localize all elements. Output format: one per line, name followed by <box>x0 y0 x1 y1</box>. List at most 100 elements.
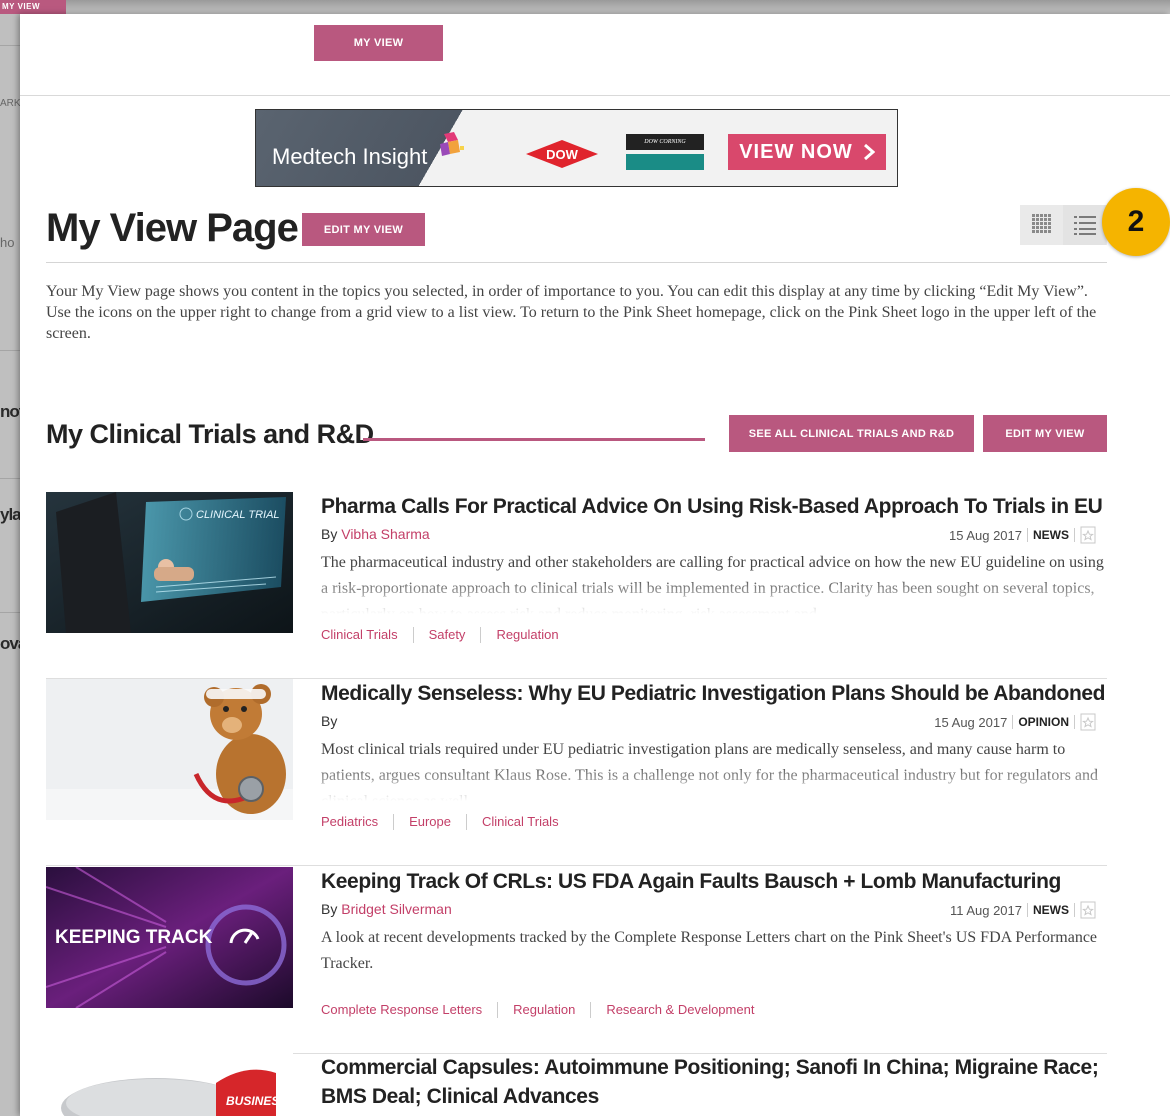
list-view-icon <box>1073 216 1096 235</box>
ad-brand-logo: Medtech Insight <box>272 144 428 169</box>
ad-cube-icon <box>440 132 464 156</box>
article-meta: By Bridget Silverman 11 Aug 2017 NEWS <box>321 897 1107 921</box>
article-title[interactable]: Keeping Track Of CRLs: US FDA Again Faul… <box>321 867 1107 896</box>
author-link[interactable]: Bridget Silverman <box>341 901 452 917</box>
article-date: 15 Aug 2017 <box>948 527 1022 543</box>
article-meta-right: 11 Aug 2017 NEWS <box>950 901 1096 919</box>
clinical-trial-image: CLINICAL TRIAL <box>46 492 293 633</box>
tag-link[interactable]: Pediatrics <box>321 814 393 830</box>
article-thumbnail[interactable] <box>46 679 293 820</box>
dow-corning-label: DOW CORNING <box>626 134 704 150</box>
article-thumbnail[interactable]: BUSINESS <box>46 1053 293 1116</box>
article-thumbnail[interactable]: CLINICAL TRIAL <box>46 492 293 633</box>
article-item: Medically Senseless: Why EU Pediatric In… <box>46 679 1107 866</box>
article-type: NEWS <box>1033 903 1069 917</box>
dow-corning-bar <box>626 154 704 170</box>
article-item: CLINICAL TRIAL Pharma Calls For Practica… <box>46 492 1107 679</box>
thumbnail-caption: BUSINESS <box>226 1094 287 1108</box>
separator <box>1074 903 1075 917</box>
article-meta-right: 15 Aug 2017 OPINION <box>934 713 1096 731</box>
article-tags: Pediatrics Europe Clinical Trials <box>321 814 574 830</box>
background-divider <box>0 612 20 613</box>
edit-my-view-button[interactable]: EDIT MY VIEW <box>302 213 425 246</box>
article-byline: By Vibha Sharma <box>321 526 430 542</box>
background-text-fragment: ho <box>0 235 15 250</box>
background-text-fragment: ARK <box>0 98 20 109</box>
bookmark-icon[interactable] <box>1080 901 1096 919</box>
tag-link[interactable]: Research & Development <box>590 1002 769 1018</box>
article-title[interactable]: Commercial Capsules: Autoimmune Position… <box>321 1053 1107 1111</box>
background-divider <box>0 350 20 351</box>
byline-prefix: By <box>321 713 338 729</box>
article-body: Pharma Calls For Practical Advice On Usi… <box>321 492 1107 614</box>
business-capsule-image: BUSINESS <box>46 1053 293 1116</box>
intro-text: Your My View page shows you content in t… <box>46 283 1097 342</box>
separator <box>1074 715 1075 729</box>
page-title: My View Page <box>46 206 299 250</box>
top-bar: MY VIEW <box>20 14 1170 96</box>
grid-view-button[interactable] <box>1020 205 1063 245</box>
section-title-rule <box>363 438 705 441</box>
teddy-bear-image <box>46 679 293 820</box>
article-thumbnail[interactable]: KEEPING TRACK <box>46 867 293 1008</box>
separator <box>1027 903 1028 917</box>
article-type: OPINION <box>1018 715 1069 729</box>
thumbnail-caption: KEEPING TRACK <box>55 927 213 948</box>
article-title[interactable]: Medically Senseless: Why EU Pediatric In… <box>321 679 1107 708</box>
header-divider <box>46 262 1107 263</box>
article-item: KEEPING TRACK Keeping Track Of CRLs: US … <box>46 867 1107 1054</box>
my-view-button[interactable]: MY VIEW <box>314 25 443 61</box>
tag-link[interactable]: Clinical Trials <box>466 814 574 830</box>
section-title: My Clinical Trials and R&D <box>46 419 374 449</box>
background-divider <box>0 478 20 479</box>
article-date: 15 Aug 2017 <box>934 714 1008 730</box>
background-text-fragment: ova <box>0 634 20 653</box>
see-all-button[interactable]: SEE ALL CLINICAL TRIALS AND R&D <box>729 415 974 452</box>
article-meta: By 15 Aug 2017 OPINION <box>321 709 1107 733</box>
tag-link[interactable]: Regulation <box>480 627 573 643</box>
my-view-page: MY VIEW Medtech Insight DOW DOW CORNING … <box>20 14 1170 1116</box>
ad-cta-label: VIEW NOW <box>739 140 853 163</box>
article-byline: By <box>321 713 337 729</box>
byline-prefix: By <box>321 901 338 917</box>
dow-logo-text: DOW <box>546 147 579 162</box>
article-body: Keeping Track Of CRLs: US FDA Again Faul… <box>321 867 1107 989</box>
list-view-button[interactable] <box>1063 205 1106 245</box>
article-byline: By Bridget Silverman <box>321 901 452 917</box>
step-badge: 2 <box>1102 188 1170 256</box>
background-text-fragment: yla <box>0 505 20 524</box>
dow-logo: DOW <box>526 140 598 168</box>
article-title[interactable]: Pharma Calls For Practical Advice On Usi… <box>321 492 1107 521</box>
background-top-strip <box>0 0 1170 14</box>
bookmark-icon[interactable] <box>1080 713 1096 731</box>
background-page: ARK ho nof yla ova <box>0 0 20 1116</box>
article-summary: A look at recent developments tracked by… <box>321 929 1098 972</box>
chevron-right-icon <box>863 143 875 161</box>
article-item: BUSINESS Commercial Capsules: Autoimmune… <box>46 1053 1107 1116</box>
author-link[interactable]: Vibha Sharma <box>341 526 429 542</box>
tag-link[interactable]: Complete Response Letters <box>321 1002 497 1018</box>
tag-link[interactable]: Clinical Trials <box>321 627 413 643</box>
thumbnail-caption: CLINICAL TRIAL <box>196 509 280 521</box>
separator <box>1027 528 1028 542</box>
ad-view-now-button[interactable]: VIEW NOW <box>728 134 886 170</box>
article-tags: Clinical Trials Safety Regulation <box>321 627 574 643</box>
separator <box>1074 528 1075 542</box>
article-meta: By Vibha Sharma 15 Aug 2017 NEWS <box>321 522 1107 546</box>
background-text-fragment: nof <box>0 402 20 421</box>
article-summary: The pharmaceutical industry and other st… <box>321 554 1104 614</box>
view-toggle <box>1020 205 1107 245</box>
tag-link[interactable]: Europe <box>393 814 466 830</box>
tag-link[interactable]: Regulation <box>497 1002 590 1018</box>
article-tags: Complete Response Letters Regulation Res… <box>321 1002 769 1018</box>
ad-banner[interactable]: Medtech Insight DOW DOW CORNING VIEW NOW <box>255 109 898 187</box>
article-date: 11 Aug 2017 <box>949 902 1022 918</box>
separator <box>1012 715 1014 729</box>
article-meta-right: 15 Aug 2017 NEWS <box>949 526 1096 544</box>
dow-corning-logo: DOW CORNING <box>626 134 704 170</box>
tag-link[interactable]: Safety <box>412 627 481 643</box>
section-edit-my-view-button[interactable]: EDIT MY VIEW <box>983 415 1107 452</box>
grid-view-icon <box>1031 214 1051 233</box>
ad-brand-panel: Medtech Insight <box>256 110 506 186</box>
bookmark-icon[interactable] <box>1080 526 1096 544</box>
